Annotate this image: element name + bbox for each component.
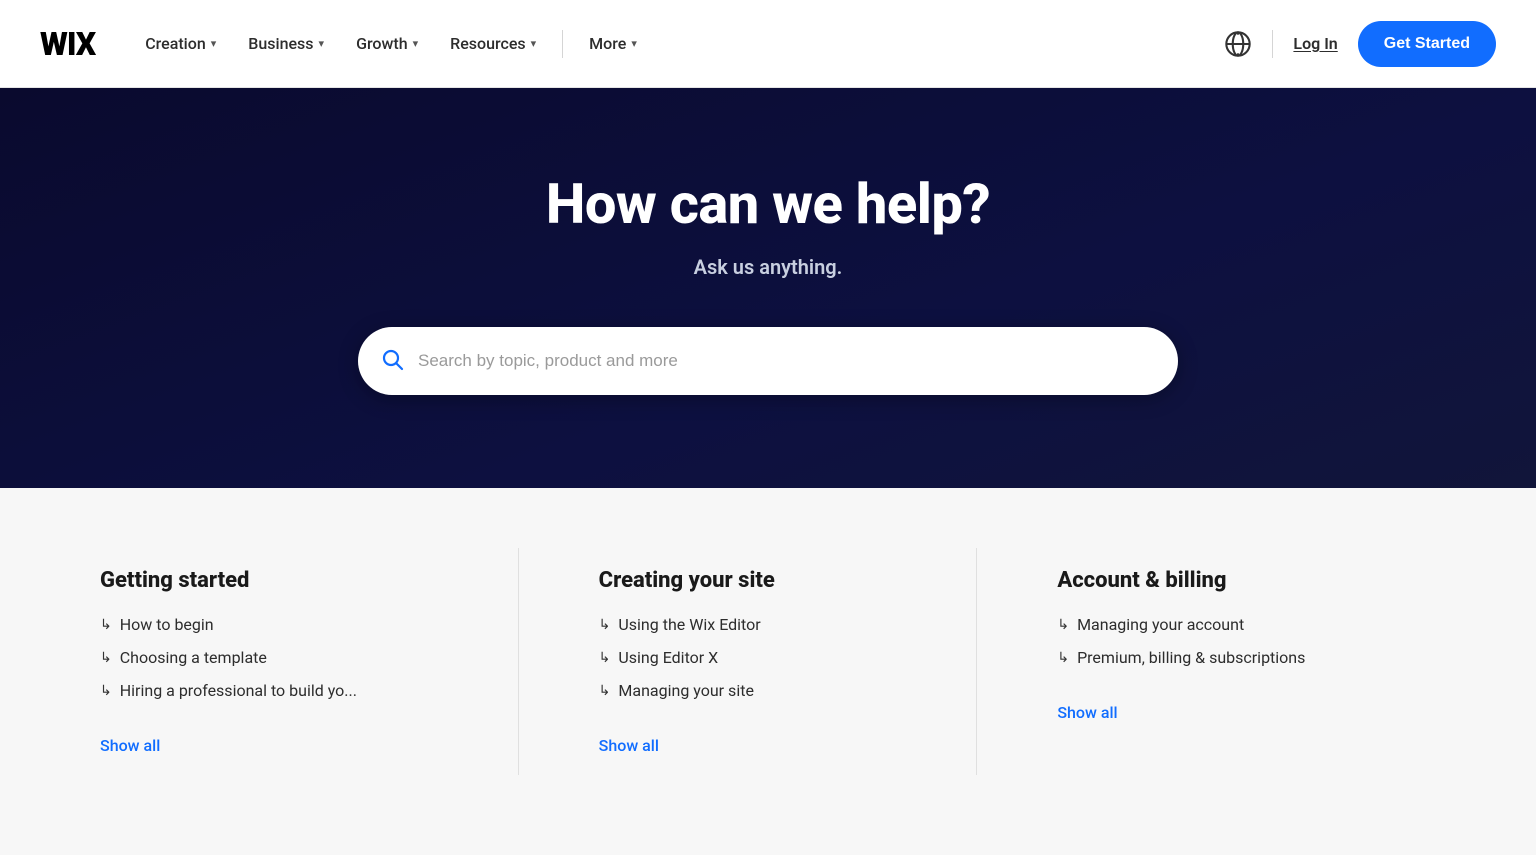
nav-item-more[interactable]: More ▾ bbox=[575, 26, 651, 61]
list-item[interactable]: ↳ Using the Wix Editor bbox=[599, 615, 917, 634]
login-link[interactable]: Log In bbox=[1293, 34, 1337, 53]
show-all-link-getting-started[interactable]: Show all bbox=[100, 736, 160, 755]
arrow-icon: ↳ bbox=[599, 650, 611, 666]
list-item[interactable]: ↳ Using Editor X bbox=[599, 648, 917, 667]
arrow-icon: ↳ bbox=[599, 683, 611, 699]
link-list-getting-started: ↳ How to begin ↳ Choosing a template ↳ H… bbox=[100, 615, 458, 700]
nav-item-resources[interactable]: Resources ▾ bbox=[436, 26, 550, 61]
list-item[interactable]: ↳ Premium, billing & subscriptions bbox=[1057, 648, 1396, 667]
search-icon bbox=[380, 347, 404, 375]
link-list-account-billing: ↳ Managing your account ↳ Premium, billi… bbox=[1057, 615, 1396, 667]
show-all-link-account-billing[interactable]: Show all bbox=[1057, 703, 1117, 722]
header-divider bbox=[1272, 30, 1273, 58]
content-section: Getting started ↳ How to begin ↳ Choosin… bbox=[0, 488, 1536, 855]
chevron-down-icon: ▾ bbox=[211, 37, 217, 50]
header-right: Log In Get Started bbox=[1224, 21, 1496, 67]
hero-title: How can we help? bbox=[546, 171, 990, 237]
search-container bbox=[358, 327, 1178, 395]
hero-section: How can we help? Ask us anything. bbox=[0, 88, 1536, 488]
header: WIX Creation ▾ Business ▾ Growth ▾ Resou… bbox=[0, 0, 1536, 88]
link-list-creating-site: ↳ Using the Wix Editor ↳ Using Editor X … bbox=[599, 615, 917, 700]
nav-item-creation[interactable]: Creation ▾ bbox=[131, 26, 230, 61]
column-title-account-billing: Account & billing bbox=[1057, 568, 1396, 593]
list-item[interactable]: ↳ Choosing a template bbox=[100, 648, 458, 667]
list-item[interactable]: ↳ How to begin bbox=[100, 615, 458, 634]
nav-item-growth[interactable]: Growth ▾ bbox=[342, 26, 432, 61]
nav-divider bbox=[562, 30, 563, 58]
column-getting-started: Getting started ↳ How to begin ↳ Choosin… bbox=[80, 548, 519, 775]
main-nav: Creation ▾ Business ▾ Growth ▾ Resources… bbox=[131, 26, 651, 61]
header-left: WIX Creation ▾ Business ▾ Growth ▾ Resou… bbox=[40, 25, 651, 63]
chevron-down-icon: ▾ bbox=[319, 37, 325, 50]
arrow-icon: ↳ bbox=[599, 617, 611, 633]
show-all-link-creating-site[interactable]: Show all bbox=[599, 736, 659, 755]
chevron-down-icon: ▾ bbox=[531, 37, 537, 50]
arrow-icon: ↳ bbox=[100, 650, 112, 666]
column-account-billing: Account & billing ↳ Managing your accoun… bbox=[997, 548, 1456, 775]
column-title-creating-site: Creating your site bbox=[599, 568, 917, 593]
wix-logo[interactable]: WIX bbox=[40, 25, 95, 63]
column-title-getting-started: Getting started bbox=[100, 568, 458, 593]
arrow-icon: ↳ bbox=[1057, 650, 1069, 666]
column-creating-site: Creating your site ↳ Using the Wix Edito… bbox=[539, 548, 978, 775]
chevron-down-icon: ▾ bbox=[631, 37, 637, 50]
get-started-button[interactable]: Get Started bbox=[1358, 21, 1496, 67]
arrow-icon: ↳ bbox=[100, 683, 112, 699]
arrow-icon: ↳ bbox=[1057, 617, 1069, 633]
arrow-icon: ↳ bbox=[100, 617, 112, 633]
list-item[interactable]: ↳ Hiring a professional to build yo... bbox=[100, 681, 458, 700]
chevron-down-icon: ▾ bbox=[413, 37, 419, 50]
list-item[interactable]: ↳ Managing your account bbox=[1057, 615, 1396, 634]
hero-subtitle: Ask us anything. bbox=[694, 255, 843, 279]
nav-item-business[interactable]: Business ▾ bbox=[234, 26, 338, 61]
list-item[interactable]: ↳ Managing your site bbox=[599, 681, 917, 700]
globe-icon[interactable] bbox=[1224, 30, 1252, 58]
search-input[interactable] bbox=[358, 327, 1178, 395]
